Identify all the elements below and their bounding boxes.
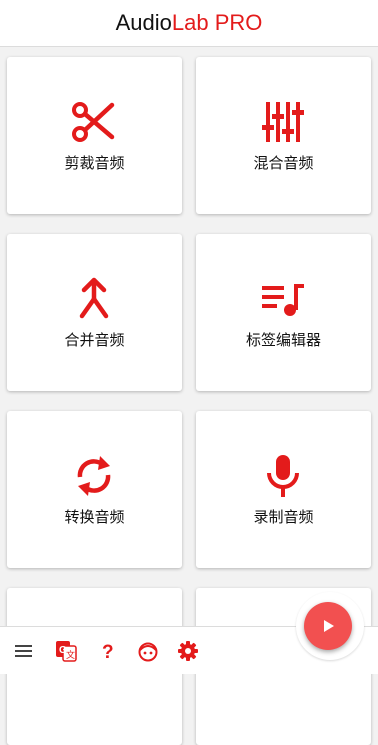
scissors-icon [72, 102, 115, 142]
help-icon[interactable]: ? [97, 640, 119, 662]
translate-icon[interactable]: G 文 [55, 640, 77, 662]
face-icon[interactable] [137, 640, 159, 662]
equalizer-sliders-icon [262, 102, 304, 142]
svg-text:?: ? [102, 642, 114, 662]
card-convert-audio[interactable]: 转换音频 [7, 411, 182, 568]
microphone-icon [267, 455, 299, 497]
menu-icon[interactable] [13, 640, 35, 662]
merge-arrow-icon [79, 277, 109, 319]
card-record-audio[interactable]: 录制音频 [196, 411, 371, 568]
svg-text:文: 文 [66, 649, 75, 660]
play-button[interactable] [304, 602, 352, 650]
card-label: 录制音频 [253, 508, 314, 526]
app-title: Audio Lab PRO [0, 0, 378, 47]
card-label: 合并音频 [64, 331, 125, 349]
app-title-audio: Audio [115, 10, 172, 35]
playlist-music-icon [262, 284, 304, 316]
app-title-lab-pro: Lab PRO [171, 10, 263, 35]
card-label: 转换音频 [64, 508, 125, 526]
play-icon [324, 620, 334, 632]
card-mix-audio[interactable]: 混合音频 [196, 57, 371, 214]
settings-icon[interactable] [177, 640, 199, 662]
card-merge-audio[interactable]: 合并音频 [7, 234, 182, 391]
card-label: 标签编辑器 [245, 331, 321, 349]
refresh-icon [77, 456, 111, 496]
card-label: 剪裁音频 [64, 154, 125, 172]
card-label: 混合音频 [253, 154, 314, 172]
card-trim-audio[interactable]: 剪裁音频 [7, 57, 182, 214]
card-tag-editor[interactable]: 标签编辑器 [196, 234, 371, 391]
